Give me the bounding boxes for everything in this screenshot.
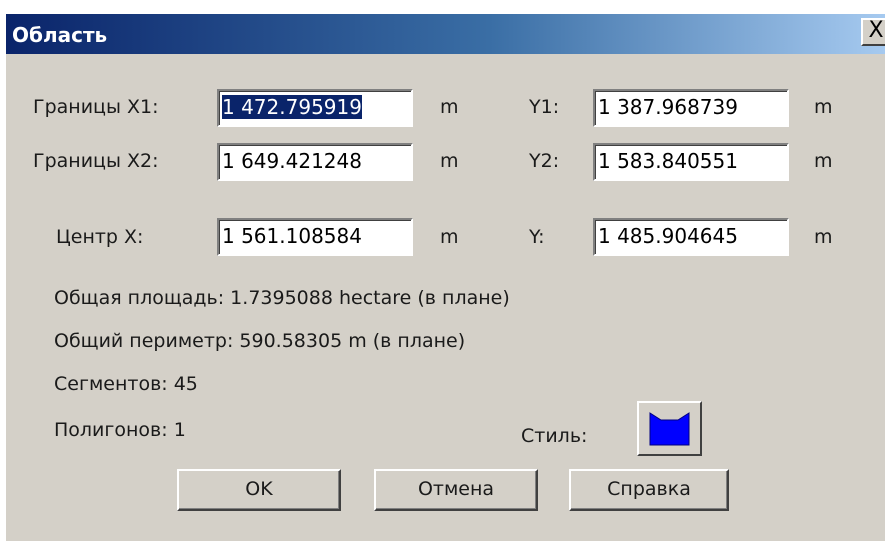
region-dialog: Область X Границы X1: 1 472.795919 m Y1:… xyxy=(6,14,885,541)
bounds-x2-label: Границы X2: xyxy=(33,150,159,172)
bounds-x1-unit: m xyxy=(440,96,459,118)
center-y-label: Y: xyxy=(529,226,545,248)
ok-button-label: OK xyxy=(245,478,273,500)
close-icon: X xyxy=(868,18,884,43)
style-button[interactable] xyxy=(637,401,702,456)
bounds-x1-value: 1 472.795919 xyxy=(222,95,362,119)
style-label: Стиль: xyxy=(521,425,588,447)
center-y-field[interactable]: 1 485.904645 xyxy=(593,218,789,256)
help-button[interactable]: Справка xyxy=(569,469,729,511)
region-fill-swatch-icon xyxy=(649,412,690,446)
bounds-y2-unit: m xyxy=(814,150,833,172)
bounds-y2-value: 1 583.840551 xyxy=(598,149,738,173)
total-area-text: Общая площадь: 1.7395088 hectare (в план… xyxy=(54,287,510,309)
bounds-y1-unit: m xyxy=(814,96,833,118)
center-x-label: Центр X: xyxy=(56,226,144,248)
ok-button[interactable]: OK xyxy=(177,469,341,511)
center-x-value: 1 561.108584 xyxy=(222,224,362,248)
bounds-y1-field[interactable]: 1 387.968739 xyxy=(593,89,789,127)
bounds-x2-field[interactable]: 1 649.421248 xyxy=(217,143,413,181)
bounds-x2-value: 1 649.421248 xyxy=(222,149,362,173)
dialog-title: Область xyxy=(12,23,108,47)
segments-count-text: Сегментов: 45 xyxy=(54,373,198,395)
bounds-y1-label: Y1: xyxy=(529,96,560,118)
bounds-x1-label: Границы X1: xyxy=(33,96,159,118)
title-bar[interactable]: Область X xyxy=(6,14,885,54)
bounds-y2-field[interactable]: 1 583.840551 xyxy=(593,143,789,181)
center-x-field[interactable]: 1 561.108584 xyxy=(217,218,413,256)
center-x-unit: m xyxy=(440,226,459,248)
close-button[interactable]: X xyxy=(861,18,885,46)
center-y-value: 1 485.904645 xyxy=(598,224,738,248)
bounds-y2-label: Y2: xyxy=(529,150,560,172)
polygons-count-text: Полигонов: 1 xyxy=(54,419,186,441)
cancel-button[interactable]: Отмена xyxy=(374,469,538,511)
bounds-x1-field[interactable]: 1 472.795919 xyxy=(217,89,413,127)
total-perimeter-text: Общий периметр: 590.58305 m (в плане) xyxy=(54,330,466,352)
bounds-x2-unit: m xyxy=(440,150,459,172)
center-y-unit: m xyxy=(814,226,833,248)
help-button-label: Справка xyxy=(607,478,691,500)
cancel-button-label: Отмена xyxy=(417,478,495,500)
bounds-y1-value: 1 387.968739 xyxy=(598,95,738,119)
